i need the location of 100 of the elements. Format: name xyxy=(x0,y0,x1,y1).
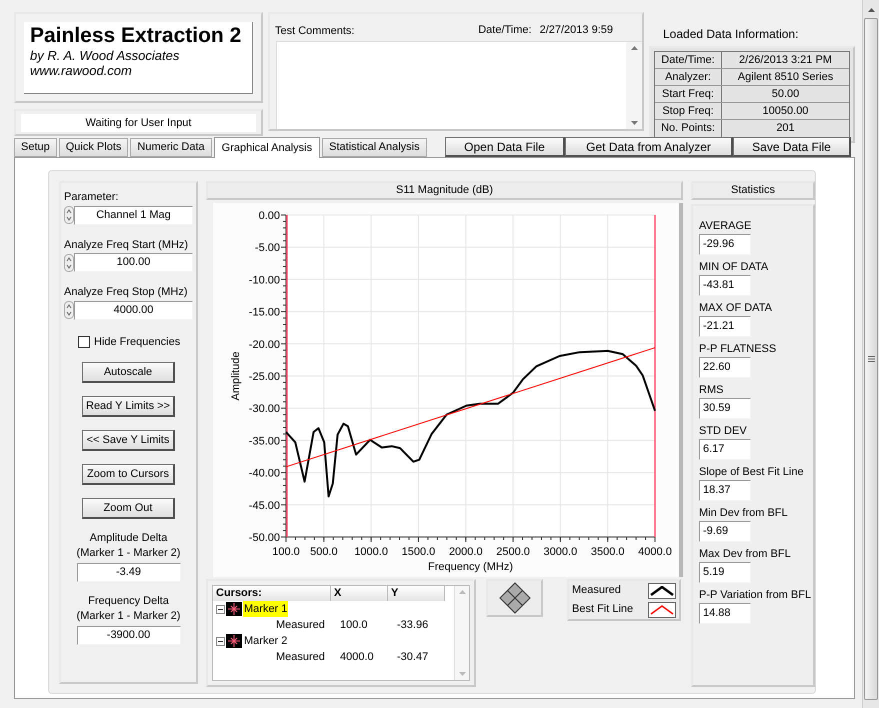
info-label: Analyzer: xyxy=(655,69,722,85)
y-tick-label: -5.00 xyxy=(254,242,280,254)
spinner-icon[interactable] xyxy=(64,206,74,224)
y-tick-label: -30.00 xyxy=(248,403,280,416)
y-tick-label: 0.00 xyxy=(258,210,280,222)
x-tick-label: 2500.0 xyxy=(496,546,530,558)
scroll-up-icon[interactable] xyxy=(630,46,638,50)
column-header: Cursors: xyxy=(213,586,331,601)
action-button[interactable]: Open Data File xyxy=(445,137,565,157)
y-tick-label: -25.00 xyxy=(248,371,280,383)
statistic-field: 18.37 xyxy=(699,480,751,501)
statistic-label: MAX OF DATA xyxy=(699,301,773,315)
field-label: Analyze Freq Stop (MHz) xyxy=(64,285,188,300)
info-label: Start Freq: xyxy=(655,86,722,102)
info-value: 201 xyxy=(775,121,796,136)
tab[interactable]: Setup xyxy=(14,138,57,157)
x-tick-label: 1500.0 xyxy=(402,546,436,558)
statistic-label: Max Dev from BFL xyxy=(699,547,792,561)
website: www.rawood.com xyxy=(30,63,133,79)
y-tick-label: -15.00 xyxy=(248,306,280,319)
table-cell-text: 100.0 xyxy=(339,618,369,633)
y-axis-title: Amplitude xyxy=(230,352,242,400)
x-tick-label: 3000.0 xyxy=(544,546,578,558)
statistics-title: Statistics xyxy=(691,181,815,200)
scrollbar[interactable] xyxy=(626,42,642,129)
statistic-label: Min Dev from BFL xyxy=(699,506,789,520)
delta-label: Amplitude Delta xyxy=(90,531,168,546)
statistic-field: 5.19 xyxy=(699,562,751,583)
comments-label: Test Comments: xyxy=(275,24,354,38)
column-header: Y xyxy=(388,586,445,601)
datetime-label: Date/Time: xyxy=(478,23,532,38)
byline: by R. A. Wood Associates xyxy=(30,48,180,63)
marker-icon xyxy=(226,634,242,648)
command-button[interactable]: Zoom to Cursors xyxy=(82,464,175,485)
checkbox-label: Hide Frequencies xyxy=(94,334,180,350)
x-tick-label: 1000.0 xyxy=(354,546,388,558)
value-field[interactable]: 100.00 xyxy=(74,253,193,272)
delta-label: Frequency Delta xyxy=(88,594,169,609)
cursor-line[interactable] xyxy=(286,215,288,537)
spinner-icon[interactable] xyxy=(64,254,74,272)
tab[interactable]: Graphical Analysis xyxy=(214,137,320,158)
action-button[interactable]: Get Data from Analyzer xyxy=(565,137,733,157)
scroll-down-icon[interactable] xyxy=(630,121,638,125)
info-value: Agilent 8510 Series xyxy=(736,70,834,85)
spinner-icon[interactable] xyxy=(64,301,74,319)
collapse-icon[interactable] xyxy=(216,636,225,646)
info-label: Stop Freq: xyxy=(655,103,722,119)
grip-icon xyxy=(868,356,874,362)
value-field[interactable]: Channel 1 Mag xyxy=(74,206,193,224)
value-field[interactable]: 4000.00 xyxy=(74,300,193,320)
y-tick-label: -35.00 xyxy=(248,435,280,448)
tab[interactable]: Statistical Analysis xyxy=(322,138,427,157)
tab[interactable]: Quick Plots xyxy=(58,138,128,157)
datetime-value: 2/27/2013 9:59 xyxy=(540,23,613,38)
table-cell-text: -30.47 xyxy=(396,650,430,665)
command-button[interactable]: Zoom Out xyxy=(82,498,175,519)
status-field: Waiting for User Input xyxy=(21,114,256,132)
x-tick-label: 2000.0 xyxy=(448,546,483,558)
collapse-icon[interactable] xyxy=(216,604,225,614)
y-tick-label: -50.00 xyxy=(248,532,280,544)
table-cell-text: -33.96 xyxy=(396,618,430,633)
y-tick-label: -20.00 xyxy=(248,338,280,351)
tab[interactable]: Numeric Data xyxy=(130,138,212,157)
delta-sublabel: (Marker 1 - Marker 2) xyxy=(76,609,180,624)
x-tick-label: 3500.0 xyxy=(590,546,625,558)
field-label: Analyze Freq Start (MHz) xyxy=(64,238,190,252)
legend-label: Measured xyxy=(572,583,622,598)
command-button[interactable]: << Save Y Limits xyxy=(82,430,175,451)
statistic-label: Slope of Best Fit Line xyxy=(699,465,805,479)
checkbox[interactable] xyxy=(78,336,90,348)
delta-field: -3900.00 xyxy=(76,626,180,645)
scroll-up-icon[interactable] xyxy=(868,8,874,12)
marker-name[interactable]: Marker 2 xyxy=(243,632,288,650)
statistic-field: 14.88 xyxy=(699,603,751,624)
statistic-label: AVERAGE xyxy=(699,219,752,233)
comments-field[interactable] xyxy=(276,41,642,129)
info-label: Date/Time: xyxy=(655,52,722,68)
info-value: 10050.00 xyxy=(762,104,810,119)
command-button[interactable]: Read Y Limits >> xyxy=(82,396,175,417)
field-label: Parameter: xyxy=(64,190,120,205)
x-axis-title: Frequency (MHz) xyxy=(428,561,513,573)
statistic-field: -43.81 xyxy=(699,275,751,296)
x-tick-label: 500.0 xyxy=(310,546,338,558)
delta-sublabel: (Marker 1 - Marker 2) xyxy=(76,546,180,561)
command-button[interactable]: Autoscale xyxy=(82,362,175,383)
y-tick-label: -45.00 xyxy=(248,500,280,512)
marker-name[interactable]: Marker 1 xyxy=(243,600,288,618)
statistic-field: -21.21 xyxy=(699,316,751,337)
statistic-label: STD DEV xyxy=(699,424,748,438)
tree-item: Measured xyxy=(275,618,326,633)
scrollbar[interactable] xyxy=(862,0,879,708)
statistic-field: -9.69 xyxy=(699,521,751,542)
statistic-label: RMS xyxy=(699,383,724,397)
scroll-thumb[interactable] xyxy=(864,18,878,700)
info-value: 50.00 xyxy=(770,87,800,102)
statistic-field: 6.17 xyxy=(699,439,751,460)
delta-field: -3.49 xyxy=(76,563,180,582)
navigation-pad-icon[interactable] xyxy=(498,582,530,614)
statistic-field: 30.59 xyxy=(699,398,751,419)
action-button[interactable]: Save Data File xyxy=(733,137,851,157)
